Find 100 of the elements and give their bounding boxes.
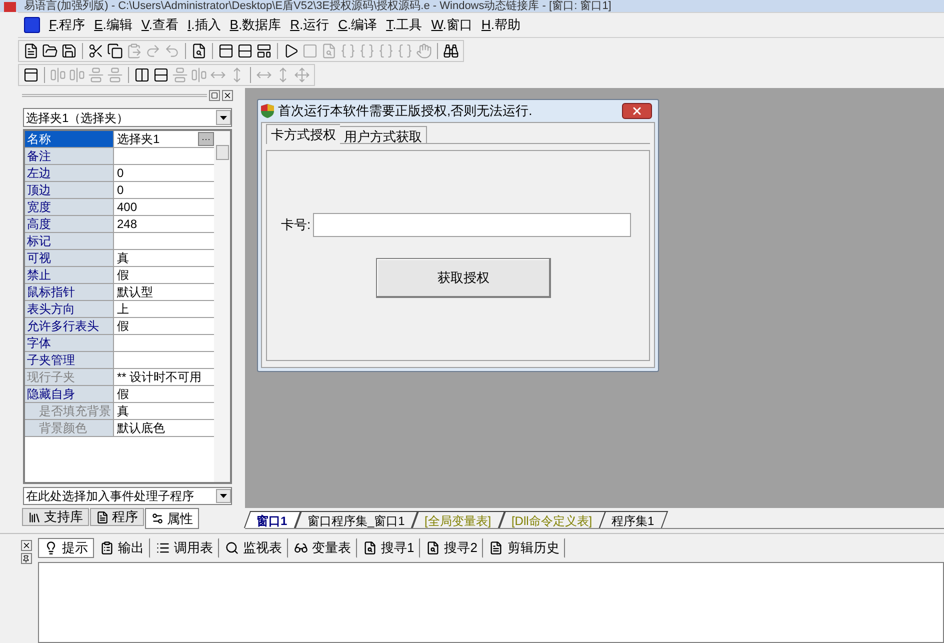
- cut-icon[interactable]: [88, 43, 104, 59]
- output-tab[interactable]: 变量表: [288, 538, 357, 558]
- dropdown-icon: [216, 110, 231, 125]
- property-value[interactable]: 400: [114, 199, 140, 215]
- document-tab[interactable]: 程序集1: [599, 511, 668, 528]
- panel-icon[interactable]: [218, 43, 234, 59]
- get-license-button[interactable]: 获取授权: [376, 258, 551, 298]
- document-tab[interactable]: 窗口1: [244, 511, 301, 528]
- menu-item[interactable]: T.工具: [386, 15, 422, 35]
- close-button[interactable]: [20, 540, 32, 551]
- output-tab[interactable]: 搜寻1: [357, 538, 420, 558]
- output-tab[interactable]: 搜寻2: [420, 538, 484, 558]
- hand-icon[interactable]: [416, 43, 432, 59]
- property-name[interactable]: 高度: [25, 216, 114, 232]
- property-value[interactable]: 假: [114, 318, 132, 334]
- ellipsis-button[interactable]: ···: [198, 132, 214, 146]
- output-tab[interactable]: 调用表: [150, 538, 219, 558]
- panel-tab[interactable]: 程序: [90, 508, 144, 526]
- align-icon[interactable]: [50, 67, 66, 83]
- menu-item[interactable]: W.窗口: [431, 15, 472, 35]
- property-name[interactable]: 名称: [25, 131, 114, 147]
- dialog-tab[interactable]: 卡方式授权: [266, 124, 340, 144]
- property-value[interactable]: 0: [114, 165, 127, 181]
- property-name[interactable]: 字体: [25, 335, 114, 351]
- property-name[interactable]: 隐藏自身: [25, 386, 114, 402]
- property-name[interactable]: 宽度: [25, 199, 114, 215]
- step-icon[interactable]: [340, 43, 356, 59]
- property-name[interactable]: 备注: [25, 148, 114, 164]
- card-number-field[interactable]: [312, 213, 631, 237]
- align-icon[interactable]: [69, 67, 85, 83]
- output-tab[interactable]: 输出: [94, 538, 150, 558]
- debug-icon[interactable]: [321, 43, 337, 59]
- output-tab[interactable]: 提示: [38, 538, 94, 558]
- pin-button[interactable]: [20, 553, 32, 564]
- property-value[interactable]: 选择夹1: [114, 131, 163, 147]
- scrollbar[interactable]: [214, 131, 230, 482]
- step-icon[interactable]: [359, 43, 375, 59]
- form-icon[interactable]: [23, 67, 39, 83]
- center-icon[interactable]: [134, 67, 150, 83]
- property-name[interactable]: 左边: [25, 165, 114, 181]
- property-name[interactable]: 可视: [25, 250, 114, 266]
- property-name[interactable]: 鼠标指针: [25, 284, 114, 300]
- find-icon: [426, 541, 440, 555]
- panel-tab[interactable]: 属性: [145, 508, 199, 529]
- property-name[interactable]: 禁止: [25, 267, 114, 283]
- menu-item[interactable]: C.编译: [338, 15, 378, 35]
- menu-item[interactable]: B.数据库: [230, 15, 282, 35]
- dialog-tab[interactable]: 用户方式获取: [340, 126, 427, 143]
- document-icon: [100, 541, 114, 555]
- menu-item[interactable]: I.插入: [188, 15, 221, 35]
- close-button[interactable]: [222, 90, 233, 100]
- restore-button[interactable]: [209, 90, 220, 100]
- panel-icon[interactable]: [237, 43, 253, 59]
- menu-item[interactable]: E.编辑: [94, 15, 132, 35]
- size-icon[interactable]: [294, 67, 310, 83]
- property-value[interactable]: 248: [114, 216, 140, 232]
- document-tab[interactable]: [Dll命令定义表]: [498, 511, 606, 528]
- output-tab[interactable]: 剪辑历史: [483, 538, 566, 558]
- property-value[interactable]: 0: [114, 182, 127, 198]
- run-icon[interactable]: [283, 43, 299, 59]
- property-name[interactable]: 表头方向: [25, 301, 114, 317]
- find-icon: [363, 541, 377, 555]
- align-icon[interactable]: [88, 67, 104, 83]
- event-selector[interactable]: 在此处选择加入事件处理子程序: [23, 487, 232, 505]
- property-name[interactable]: 子夹管理: [25, 352, 114, 368]
- save-icon[interactable]: [61, 43, 77, 59]
- document-tab[interactable]: [全局变量表]: [412, 511, 505, 528]
- search-icon: [225, 541, 239, 555]
- object-selector[interactable]: 选择夹1（选择夹）: [23, 108, 232, 127]
- document-icon: [489, 541, 504, 555]
- binoculars-icon[interactable]: [443, 43, 459, 59]
- property-name[interactable]: 允许多行表头: [25, 318, 114, 334]
- copy-icon[interactable]: [107, 43, 123, 59]
- menu-item[interactable]: R.运行: [290, 15, 330, 35]
- menu-item[interactable]: F.程序: [49, 15, 86, 35]
- menu-item[interactable]: V.查看: [141, 15, 179, 35]
- open-folder-icon[interactable]: [42, 43, 58, 59]
- find-icon[interactable]: [191, 43, 207, 59]
- undo-icon[interactable]: [164, 43, 180, 59]
- close-button[interactable]: [622, 103, 652, 119]
- property-value[interactable]: 假: [114, 267, 132, 283]
- new-file-icon[interactable]: [23, 43, 39, 59]
- menu-item[interactable]: H.帮助: [481, 15, 520, 35]
- document-tab[interactable]: 窗口程序集_窗口1: [294, 511, 418, 528]
- property-value[interactable]: 真: [114, 250, 132, 266]
- property-value[interactable]: 默认型: [114, 284, 156, 300]
- property-value[interactable]: 假: [114, 386, 132, 402]
- shield-icon: [261, 104, 274, 118]
- output-tab[interactable]: 监视表: [219, 538, 288, 558]
- center-icon[interactable]: [153, 67, 169, 83]
- property-name[interactable]: 标记: [25, 233, 114, 249]
- panel-tab[interactable]: 支持库: [22, 508, 89, 526]
- align-icon[interactable]: [107, 67, 123, 83]
- property-name[interactable]: 顶边: [25, 182, 114, 198]
- step-icon[interactable]: [397, 43, 413, 59]
- panel-icon[interactable]: [256, 43, 272, 59]
- step-icon[interactable]: [378, 43, 394, 59]
- redo-icon[interactable]: [145, 43, 161, 59]
- align-icon[interactable]: [191, 67, 207, 83]
- property-value[interactable]: 上: [114, 301, 132, 317]
